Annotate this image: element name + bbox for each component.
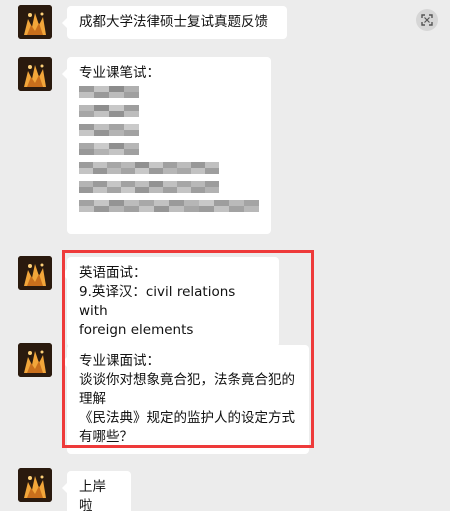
chat-window: 成都大学法律硕士复试真题反馈 专业课笔试： 英语面试： 9.英译汉：civil …: [0, 0, 450, 511]
message-bubble-1[interactable]: 成都大学法律硕士复试真题反馈: [62, 6, 287, 39]
message-text: 英语面试：: [79, 265, 147, 281]
avatar[interactable]: [18, 256, 52, 290]
message-text: 专业课笔试：: [79, 65, 160, 81]
avatar[interactable]: [18, 5, 52, 39]
message-text: 谈谈你对想象竟合犯，法条竟合犯的: [79, 372, 295, 388]
avatar-image: [18, 57, 52, 91]
avatar[interactable]: [18, 57, 52, 91]
redacted-row: [79, 160, 259, 179]
avatar[interactable]: [18, 343, 52, 377]
redacted-row: [79, 141, 259, 160]
message-text: 有哪些？: [79, 429, 133, 445]
redacted-row: [79, 198, 259, 217]
message-bubble-2[interactable]: 专业课笔试：: [62, 57, 271, 234]
redacted-content: [79, 84, 259, 217]
redacted-row: [79, 179, 259, 198]
redacted-row: [79, 84, 259, 103]
message-bubble-3[interactable]: 英语面试： 9.英译汉：civil relations with foreign…: [62, 257, 279, 347]
message-text: 《民法典》规定的监护人的设定方式: [79, 410, 295, 426]
message-text: 理解: [79, 391, 106, 407]
message-text: 9.英译汉：civil relations with: [79, 284, 236, 319]
avatar-image: [18, 343, 52, 377]
message-bubble-5[interactable]: 上岸啦: [62, 471, 131, 511]
avatar-image: [18, 5, 52, 39]
message-text: foreign elements: [79, 322, 194, 338]
redacted-row: [79, 103, 259, 122]
expand-icon[interactable]: [416, 9, 438, 31]
message-text: 成都大学法律硕士复试真题反馈: [79, 14, 268, 30]
message-text: 上岸啦: [79, 479, 106, 511]
message-bubble-4[interactable]: 专业课面试： 谈谈你对想象竟合犯，法条竟合犯的 理解 《民法典》规定的监护人的设…: [62, 345, 309, 454]
avatar-image: [18, 256, 52, 290]
redacted-row: [79, 122, 259, 141]
message-text: 专业课面试：: [79, 353, 160, 369]
avatar-image: [18, 468, 52, 502]
avatar[interactable]: [18, 468, 52, 502]
